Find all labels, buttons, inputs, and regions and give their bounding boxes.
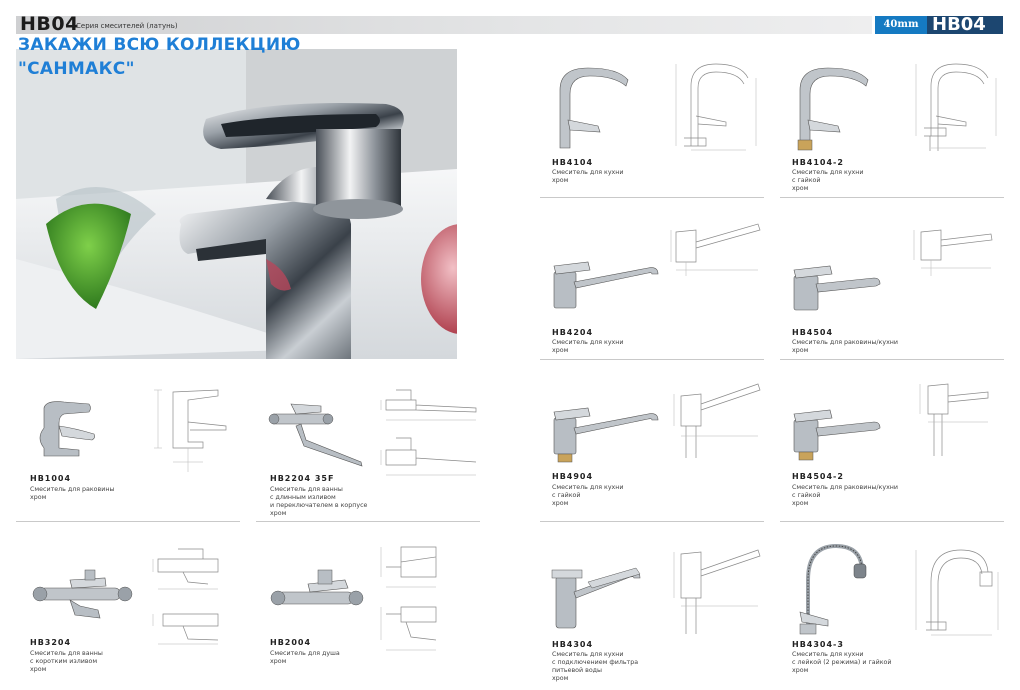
product-photo (553, 407, 659, 463)
technical-drawing (673, 383, 761, 458)
series-code: HB04 (20, 13, 79, 35)
divider (16, 521, 240, 522)
product-description: Смеситель для кухни с подключением фильт… (552, 651, 639, 682)
product-card[interactable]: HB3204 Смеситель для ванны с коротким из… (16, 540, 240, 688)
size-badge: 40mm (875, 16, 927, 34)
technical-drawing (915, 549, 999, 636)
product-photo (551, 567, 641, 629)
product-code: HB4504-2 (792, 472, 844, 481)
product-description: Смеситель для раковины/кухни хром (792, 339, 899, 354)
product-code: HB4504 (792, 328, 834, 337)
product-code: HB4304-3 (792, 640, 844, 649)
product-photo (553, 261, 659, 309)
product-card[interactable]: HB4304-3 Смеситель для кухни с лейкой (2… (780, 540, 1004, 690)
technical-drawing (915, 63, 997, 151)
product-code: HB4104 (552, 158, 594, 167)
hero-photo (16, 49, 457, 359)
product-photo (32, 569, 133, 619)
product-description: Смеситель для кухни с гайкой хром (792, 169, 864, 192)
product-code: HB2204 35F (270, 474, 335, 483)
product-code: HB4204 (552, 328, 594, 337)
technical-drawing (913, 229, 993, 276)
product-photo (797, 67, 869, 151)
product-photo (270, 569, 364, 606)
series-title: Серия смесителей (латунь) (76, 22, 178, 30)
promo-banner[interactable]: ЗАКАЖИ ВСЮ КОЛЛЕКЦИЮ "САНМАКС" (18, 33, 301, 81)
promo-line2: "САНМАКС" (18, 59, 135, 79)
product-photo (559, 67, 629, 149)
technical-drawing (152, 548, 219, 645)
product-code: HB3204 (30, 638, 72, 647)
product-description: Смеситель для кухни с гайкой хром (552, 484, 624, 507)
technical-drawing (670, 223, 761, 276)
divider (540, 521, 764, 522)
product-card[interactable]: HB4104-2 Смеситель для кухни с гайкой хр… (780, 56, 1004, 196)
product-photo (268, 403, 363, 467)
product-photo (799, 543, 867, 635)
product-description: Смеситель для ванны с коротким изливом х… (30, 650, 103, 673)
product-photo (39, 401, 95, 457)
product-description: Смеситель для кухни хром (552, 169, 624, 184)
product-card[interactable]: HB4304 Смеситель для кухни с подключение… (540, 540, 764, 690)
hero-faucet-illustration (16, 49, 457, 359)
product-card[interactable]: HB4104 Смеситель для кухни хром (540, 56, 764, 196)
product-card[interactable]: HB1004 Смеситель для раковины хром (16, 380, 240, 520)
product-description: Смеситель для кухни хром (552, 339, 624, 354)
technical-drawing (154, 389, 227, 472)
divider (780, 359, 1004, 360)
product-photo (793, 409, 881, 461)
product-code: HB4104-2 (792, 158, 844, 167)
divider (540, 197, 764, 198)
technical-drawing (673, 549, 761, 634)
divider (780, 521, 1004, 522)
product-photo (793, 265, 881, 311)
divider (540, 359, 764, 360)
divider (256, 521, 480, 522)
technical-drawing (919, 383, 989, 456)
product-code: HB2004 (270, 638, 312, 647)
technical-drawing (380, 389, 477, 476)
product-description: Смеситель для раковины/кухни с гайкой хр… (792, 484, 899, 507)
divider (780, 197, 1004, 198)
product-card[interactable]: HB4904 Смеситель для кухни с гайкой хром (540, 376, 764, 520)
product-description: Смеситель для кухни с лейкой (2 режима) … (792, 651, 892, 674)
product-code: HB4304 (552, 640, 594, 649)
product-description: Смеситель для ванны с длинным изливом и … (270, 486, 368, 517)
product-card[interactable]: HB4204 Смеситель для кухни хром (540, 212, 764, 358)
product-card[interactable]: HB4504-2 Смеситель для раковины/кухни с … (780, 376, 1004, 520)
technical-drawing (675, 63, 757, 151)
product-description: Смеситель для раковины хром (30, 486, 115, 501)
product-description: Смеситель для душа хром (270, 650, 340, 665)
promo-line1: ЗАКАЖИ ВСЮ КОЛЛЕКЦИЮ (18, 35, 301, 55)
product-code: HB4904 (552, 472, 594, 481)
technical-drawing (380, 546, 437, 651)
product-card[interactable]: HB4504 Смеситель для раковины/кухни хром (780, 212, 1004, 358)
series-code-right: HB04 (932, 14, 986, 35)
product-card[interactable]: HB2004 Смеситель для душа хром (256, 540, 480, 688)
product-code: HB1004 (30, 474, 72, 483)
product-card[interactable]: HB2204 35F Смеситель для ванны с длинным… (256, 380, 480, 520)
